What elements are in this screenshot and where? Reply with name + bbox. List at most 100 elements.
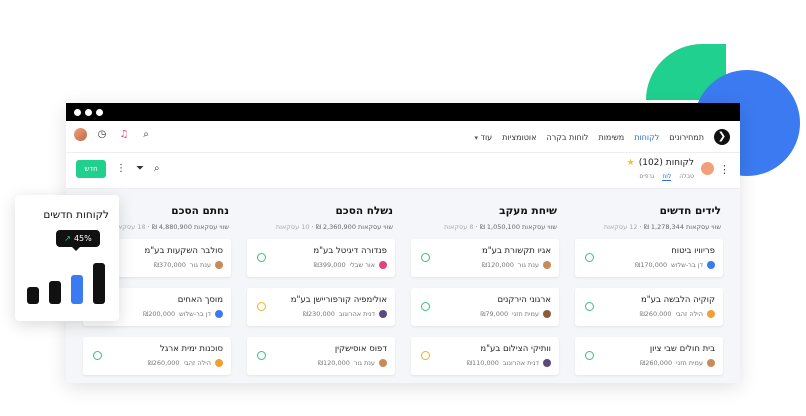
deal-value: ₪170,000 [635,261,668,269]
search-icon[interactable]: ⌕ [154,163,160,174]
deal-card[interactable]: אולימפיה קורפוריישן בע"מ דנית אהרונוב ₪23… [247,288,395,326]
new-item-button[interactable]: חדש [76,160,106,178]
deal-name: וותיקי הצילום בע"מ [480,344,551,354]
deal-card[interactable]: קוקיה הלבשה בע"מ הילה זהבי ₪260,000 [575,288,723,326]
deal-value: ₪260,000 [640,359,673,367]
deal-name: ארגוני הירקנים [497,295,551,305]
board-title: לקוחות (102) ★ [627,158,694,168]
deal-owner: הילה זהבי [183,359,211,367]
deal-owner: דן בר-שלוש [671,261,703,269]
deal-meta: הילה זהבי ₪260,000 [148,359,223,367]
deal-name: פנדורה דיגיטל בע"מ [313,246,387,256]
board-owner-avatar[interactable] [701,162,714,175]
app-window: ❮ תמחירונים לקוחות משימות לוחות בקרה אוט… [66,103,740,383]
deal-card[interactable]: בית חולים שבי ציון עמית חזני ₪260,000 [575,337,723,375]
status-check-icon[interactable] [585,302,594,311]
column-summary: שווי עסקאות 4,880,900 ₪ · 18 עסקאות [111,223,229,231]
status-check-icon[interactable] [257,253,266,262]
deal-meta: דן בר-שלוש ₪200,000 [143,310,223,318]
owner-avatar [379,359,387,367]
deal-owner: דנית אהרונוב [338,310,375,318]
stat-bar [49,281,61,304]
deal-value: ₪120,000 [481,261,514,269]
nav-link-tasks[interactable]: משימות [598,133,624,142]
column-title: נחתם הסכם [171,205,229,217]
search-icon[interactable]: ⌕ [139,129,153,140]
deal-value: ₪200,000 [143,310,176,318]
stat-bar [93,263,105,304]
deal-card[interactable]: ארגוני הירקנים עמית חזני ₪79,000 [411,288,559,326]
deal-value: ₪110,000 [466,359,499,367]
nav-link-dashboards[interactable]: לוחות בקרה [546,133,588,142]
app-logo-icon[interactable]: ❮ [714,129,730,145]
more-options-icon[interactable]: ⋮ [116,163,126,174]
deal-name: קוקיה הלבשה בע"מ [640,295,715,305]
clock-icon[interactable]: ◷ [95,129,109,140]
deal-owner: ענת גור [189,261,211,269]
nav-link-more-label: עוד [480,132,493,142]
deal-owner: עמית חזני [676,359,703,367]
nav-link-automations[interactable]: אוטומציות [502,133,536,142]
status-check-icon[interactable] [421,302,430,311]
kanban-column: לידים חדשים שווי עסקאות 1,278,344 ₪ · 12… [575,189,723,383]
status-pending-icon[interactable] [257,302,266,311]
view-charts[interactable]: גרפים [639,173,654,181]
status-check-icon[interactable] [93,351,102,360]
view-table[interactable]: טבלה [679,173,694,181]
column-summary: שווי עסקאות 1,050,100 ₪ · 8 עסקאות [444,223,557,231]
column-summary: שווי עסקאות 2,360,900 ₪ · 10 עסקאות [275,223,393,231]
deal-value: ₪79,000 [480,310,509,318]
owner-avatar [215,310,223,318]
deal-name: סוכנות ימית ארגל [159,344,223,354]
status-pending-icon[interactable] [421,351,430,360]
filter-icon[interactable]: ⏷ [136,163,144,174]
deal-card[interactable]: דפוס אוסישקין ענת גור ₪120,000 [247,337,395,375]
deal-value: ₪399,000 [313,261,346,269]
new-customers-stat-card: לקוחות חדשים ↗ 45% [15,195,119,321]
kanban-column: נשלח הסכם שווי עסקאות 2,360,900 ₪ · 10 ע… [247,189,395,383]
bell-icon[interactable]: ♫ [117,129,131,140]
deal-name: אולימפיה קורפוריישן בע"מ [290,295,387,305]
status-check-icon[interactable] [257,351,266,360]
deal-owner: עמית חזני [512,310,539,318]
kanban-column: שיחת מעקב שווי עסקאות 1,050,100 ₪ · 8 עס… [411,189,559,383]
column-summary: שווי עסקאות 1,278,344 ₪ · 12 עסקאות [603,223,721,231]
top-navigation: ❮ תמחירונים לקוחות משימות לוחות בקרה אוט… [66,121,740,153]
user-avatar[interactable] [74,128,87,141]
deal-meta: עמית חזני ₪79,000 [480,310,551,318]
board-menu-icon[interactable]: ⋮ [719,163,730,176]
board-toolbar: ⋮ לקוחות (102) ★ טבלה לוח גרפים חדש ⋮ ⏷ … [66,153,740,189]
deal-name: אגיו תקשורת בע"מ [481,246,551,256]
nav-link-more[interactable]: עוד ▾ [475,133,493,142]
deal-owner: ענת גור [353,359,375,367]
nav-link-price-lists[interactable]: תמחירונים [669,133,704,142]
deal-name: סולבר השקעות בע"מ [144,246,223,256]
column-sum: שווי עסקאות 1,278,344 ₪ [643,223,721,231]
growth-value: 45% [73,234,92,243]
view-board[interactable]: לוח [662,173,672,181]
deal-owner: ענת גור [517,261,539,269]
star-icon[interactable]: ★ [627,158,635,168]
column-sum: שווי עסקאות 2,360,900 ₪ [315,223,393,231]
deal-owner: אור שבלי [349,261,375,269]
deal-name: דפוס אוסישקין [334,344,387,354]
nav-link-customers[interactable]: לקוחות [634,133,659,142]
deal-meta: דנית אהרונוב ₪110,000 [467,359,551,367]
deal-meta: ענת גור ₪120,000 [318,359,387,367]
status-check-icon[interactable] [585,351,594,360]
deal-card[interactable]: פריוויו ביטוח דן בר-שלוש ₪170,000 [575,239,723,277]
status-check-icon[interactable] [421,253,430,262]
stat-title: לקוחות חדשים [43,209,109,221]
deal-meta: דן בר-שלוש ₪170,000 [635,261,715,269]
nav-links: תמחירונים לקוחות משימות לוחות בקרה אוטומ… [475,121,704,153]
deal-card[interactable]: אגיו תקשורת בע"מ ענת גור ₪120,000 [411,239,559,277]
deal-card[interactable]: פנדורה דיגיטל בע"מ אור שבלי ₪399,000 [247,239,395,277]
deal-card[interactable]: סוכנות ימית ארגל הילה זהבי ₪260,000 [83,337,231,375]
growth-badge: ↗ 45% [56,230,100,251]
deal-card[interactable]: וותיקי הצילום בע"מ דנית אהרונוב ₪110,000 [411,337,559,375]
column-count: 8 עסקאות [444,223,474,231]
deal-name: מוסך האחים [177,295,223,305]
deal-value: ₪260,000 [147,359,180,367]
top-icons: ◷ ♫ ⌕ [74,128,153,141]
status-check-icon[interactable] [585,253,594,262]
